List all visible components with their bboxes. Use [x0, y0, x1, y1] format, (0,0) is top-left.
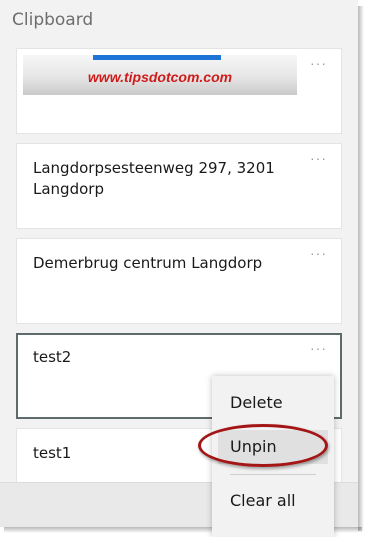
- clip-text: Demerbrug centrum Langdorp: [33, 254, 263, 272]
- menu-item-delete[interactable]: Delete: [218, 386, 328, 420]
- highlight-circle-annotation: [198, 424, 328, 467]
- clipboard-item[interactable]: Langdorpsesteenweg 297, 3201 Langdorp ··…: [16, 143, 342, 229]
- banner-accent-bar: [93, 55, 221, 60]
- clipboard-item-image[interactable]: www.tipsdotcom.com ···: [16, 48, 342, 134]
- clip-text: test2: [33, 348, 72, 366]
- banner-text: www.tipsdotcom.com: [87, 69, 233, 85]
- clip-text: Langdorpsesteenweg 297, 3201 Langdorp: [33, 159, 275, 198]
- panel-shadow: [358, 6, 364, 531]
- more-options-icon[interactable]: ···: [310, 55, 327, 71]
- menu-separator: [230, 474, 316, 475]
- clip-image-thumbnail: www.tipsdotcom.com: [23, 55, 297, 95]
- more-options-icon[interactable]: ···: [310, 245, 327, 261]
- menu-item-clear-all[interactable]: Clear all: [218, 484, 328, 518]
- more-options-icon[interactable]: ···: [310, 150, 327, 166]
- clipboard-item[interactable]: Demerbrug centrum Langdorp ···: [16, 238, 342, 324]
- more-options-icon[interactable]: ···: [310, 340, 327, 356]
- panel-title: Clipboard: [12, 10, 94, 30]
